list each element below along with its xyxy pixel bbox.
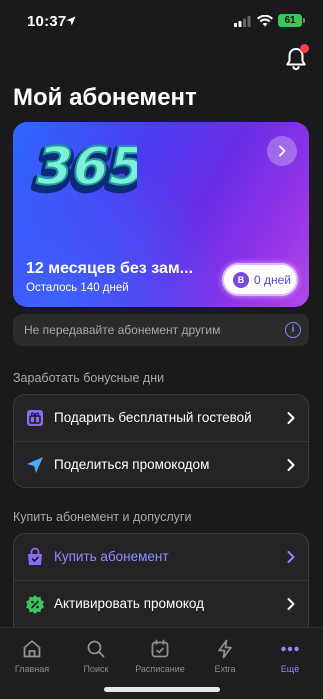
tab-home[interactable]: Главная	[2, 638, 62, 674]
section-title-buy: Купить абонемент и допуслуги	[13, 510, 192, 524]
subscription-card[interactable]: 365 365 12 месяцев без зам... Осталось 1…	[13, 122, 309, 307]
location-arrow-icon	[66, 16, 76, 26]
tab-schedule[interactable]: Расписание	[130, 638, 190, 674]
chevron-right-icon	[287, 598, 295, 610]
gift-icon	[27, 410, 43, 426]
svg-text:365: 365	[30, 137, 137, 197]
bonus-days-badge[interactable]: B 0 дней	[222, 263, 298, 296]
gift-guest-pass-row[interactable]: Подарить бесплатный гостевой	[14, 395, 308, 441]
chevron-right-icon	[287, 459, 295, 471]
tab-search-label: Поиск	[83, 664, 109, 674]
gift-guest-pass-label: Подарить бесплатный гостевой	[54, 410, 252, 425]
search-icon	[87, 640, 105, 658]
activate-promo-row[interactable]: Активировать промокод	[14, 580, 308, 626]
subscription-title: 12 месяцев без зам...	[26, 260, 194, 277]
bonus-days-value: 0 дней	[254, 272, 292, 287]
chevron-right-icon	[279, 145, 286, 157]
chevron-right-icon	[287, 412, 295, 424]
status-bar: 10:37 61	[0, 0, 323, 44]
share-promo-row[interactable]: Поделиться промокодом	[14, 441, 308, 487]
share-warning-text: Не передавайте абонемент другим	[24, 323, 221, 337]
status-time: 10:37	[27, 13, 67, 30]
home-icon	[23, 640, 41, 658]
share-promo-label: Поделиться промокодом	[54, 457, 210, 472]
battery-tip	[303, 18, 305, 23]
shopping-bag-icon	[28, 547, 42, 565]
activate-promo-label: Активировать промокод	[54, 596, 204, 611]
365-logo-icon: 365 365	[27, 136, 137, 200]
bonus-coin-icon: B	[233, 271, 249, 288]
calendar-icon	[151, 639, 169, 658]
wifi-icon	[257, 15, 273, 27]
buy-subscription-row[interactable]: Купить абонемент	[14, 534, 308, 580]
lightning-icon	[218, 639, 232, 659]
tab-home-label: Главная	[14, 664, 50, 674]
chevron-right-icon	[287, 551, 295, 563]
tab-extra[interactable]: Extra	[195, 638, 255, 674]
card-open-button[interactable]	[267, 136, 297, 166]
buy-subscription-label: Купить абонемент	[54, 549, 169, 564]
tab-extra-label: Extra	[214, 664, 236, 674]
share-warning-banner: Не передавайте абонемент другим i	[13, 314, 309, 346]
notification-badge	[300, 44, 309, 53]
tab-more[interactable]: Ещё	[260, 638, 320, 674]
subscription-remaining: Осталось 140 дней	[26, 282, 129, 294]
more-icon	[281, 646, 299, 652]
cellular-signal-icon	[234, 16, 251, 27]
bonus-actions-group: Подарить бесплатный гостевой Поделиться …	[13, 394, 309, 488]
tab-more-label: Ещё	[280, 664, 300, 674]
home-indicator	[104, 687, 220, 692]
tab-search[interactable]: Поиск	[66, 638, 126, 674]
info-icon[interactable]: i	[285, 322, 301, 338]
tab-schedule-label: Расписание	[135, 664, 185, 674]
section-title-bonus: Заработать бонусные дни	[13, 371, 165, 385]
battery-indicator: 61	[278, 14, 302, 27]
buy-actions-group: Купить абонемент Активировать промокод	[13, 533, 309, 629]
send-icon	[27, 457, 43, 473]
page-title: Мой абонемент	[13, 84, 197, 111]
percent-icon	[26, 595, 44, 614]
